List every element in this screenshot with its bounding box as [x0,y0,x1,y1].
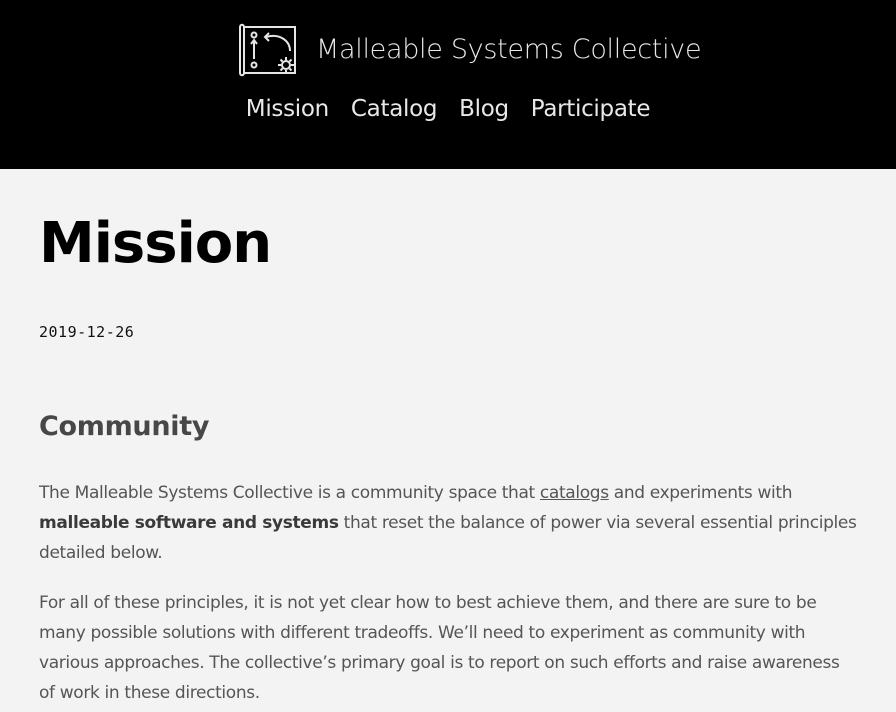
paragraph-intro-bold: malleable software and systems [39,513,339,533]
main-nav: Mission Catalog Blog Participate [0,96,896,122]
paragraph-intro-text-2: and experiments with [608,483,793,503]
site-header: Malleable Systems Collective Mission Cat… [0,0,896,169]
catalogs-link[interactable]: catalogs [540,483,609,503]
paragraph-intro: The Malleable Systems Collective is a co… [39,478,857,568]
site-brand-link[interactable]: Malleable Systems Collective [236,21,702,77]
blueprint-gear-icon [236,21,298,77]
nav-item-catalog[interactable]: Catalog [351,96,438,122]
paragraph-intro-text-1: The Malleable Systems Collective is a co… [39,483,540,503]
site-title: Malleable Systems Collective [316,33,702,65]
post-date: 2019-12-26 [39,323,135,341]
page-title: Mission [39,211,272,276]
nav-item-blog[interactable]: Blog [459,96,509,122]
nav-item-participate[interactable]: Participate [531,96,651,122]
paragraph-principles: For all of these principles, it is not y… [39,593,840,703]
section-heading-community: Community [39,411,210,442]
nav-item-mission[interactable]: Mission [246,96,329,122]
